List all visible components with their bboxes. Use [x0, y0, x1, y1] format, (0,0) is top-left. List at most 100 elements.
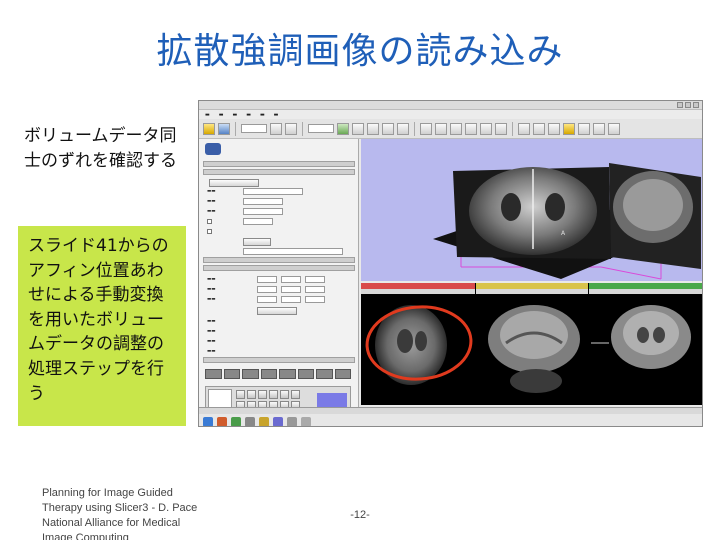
view-control-icon	[291, 390, 300, 399]
slide-title: 拡散強調画像の読み込み	[156, 31, 564, 72]
redo-icon	[495, 122, 507, 135]
info-field-1b	[281, 276, 301, 283]
window-titlebar	[199, 101, 702, 110]
section-header-slices	[203, 357, 355, 363]
page-number: -12-	[350, 509, 370, 521]
toolbar	[199, 119, 702, 139]
info-field-3c	[305, 296, 325, 303]
sagittal-brain-inner	[623, 179, 683, 231]
axial-ventricle	[415, 331, 427, 351]
module-panel: ▬▬ ▬▬ ▬▬ ▬▬ ▬▬ ▬▬ ▬▬ ▬▬ ▬▬ ▬▬	[199, 139, 359, 426]
sagittal-neck	[510, 369, 562, 393]
instruction-box: スライド41からのアフィン位置あわせによる手動変換を用いたボリュームデータの調整…	[18, 226, 186, 426]
info-field-1c	[305, 276, 325, 283]
thumb-icon	[242, 369, 259, 379]
view-control-icon	[258, 390, 267, 399]
slicer-screenshot: ▬ ▬ ▬ ▬ ▬ ▬ ▬▬ ▬▬ ▬▬ ▬▬ ▬▬ ▬▬ ▬▬ ▬▬ ▬▬ ▬…	[198, 100, 703, 427]
view-control-icon	[280, 390, 289, 399]
info-button	[257, 307, 297, 315]
field-label-b: ▬▬	[207, 209, 216, 214]
select-scene-field	[243, 248, 343, 255]
menu-placeholder-3: ▬	[232, 111, 238, 118]
info-field-3b	[281, 296, 301, 303]
apply-button	[243, 238, 271, 246]
window-level-icon	[563, 122, 575, 135]
info-field-3a	[257, 296, 277, 303]
menu-placeholder-6: ▬	[273, 111, 279, 118]
layout-3d-icon	[435, 122, 447, 135]
pick-mode-icon	[533, 122, 545, 135]
thumb-icon	[297, 369, 314, 379]
option-checkbox-2	[207, 229, 212, 234]
close-icon	[693, 102, 699, 108]
toolbar-separator	[302, 121, 303, 136]
module-back-icon	[270, 122, 282, 135]
note-check-volume-alignment: ボリュームデータ同士のずれを確認する	[24, 126, 177, 171]
minimize-icon	[677, 102, 683, 108]
axial-slice-image	[365, 305, 473, 385]
info-field-2b	[281, 286, 301, 293]
info-field-2a	[257, 286, 277, 293]
green-slice-controls	[589, 289, 702, 294]
menu-placeholder-5: ▬	[259, 111, 265, 118]
toolbar-separator	[512, 121, 513, 136]
instruction-text: スライド41からのアフィン位置あわせによる手動変換を用いたボリュームデータの調整…	[28, 236, 169, 404]
thumb-icon	[334, 369, 351, 379]
red-slice-controls	[361, 289, 475, 294]
info-label-5: ▬▬	[207, 329, 216, 334]
transform-icon	[578, 122, 590, 135]
section-header-info	[203, 265, 355, 271]
fiducials-module-icon	[382, 122, 394, 135]
screenshot-icon	[593, 122, 605, 135]
axial-slice-view	[361, 283, 475, 405]
save-icon	[218, 122, 230, 135]
ventricle-right	[545, 193, 565, 221]
toolbar-separator	[235, 121, 236, 136]
module-forward-icon	[285, 122, 297, 135]
menu-bar: ▬ ▬ ▬ ▬ ▬ ▬	[199, 110, 702, 119]
app-icon	[231, 416, 241, 426]
layout-conventional-icon	[450, 122, 462, 135]
thumb-icon	[279, 369, 296, 379]
layout-four-up-icon	[465, 122, 477, 135]
info-label-3: ▬▬	[207, 297, 216, 302]
view-control-icon	[236, 390, 245, 399]
section-header-display	[203, 257, 355, 263]
coronal-slice-image	[591, 305, 691, 369]
coronal-slice-view	[589, 283, 702, 405]
slicer-logo-icon	[205, 143, 221, 155]
module-select	[241, 124, 267, 133]
start-icon	[203, 416, 213, 426]
field-label-volume: ▬▬	[207, 189, 216, 194]
layout-icon	[420, 122, 432, 135]
field-c	[243, 218, 273, 225]
field-b	[243, 208, 283, 215]
coronal-brain-inner	[623, 311, 679, 355]
status-bar	[199, 407, 702, 426]
view-control-icon	[247, 390, 256, 399]
module-thumbnails	[205, 369, 351, 379]
info-field-1a	[257, 276, 277, 283]
section-header-load	[203, 169, 355, 175]
thumb-icon	[223, 369, 240, 379]
info-label-2: ▬▬	[207, 287, 216, 292]
info-label-1: ▬▬	[207, 277, 216, 282]
thumb-icon	[205, 369, 222, 379]
view-control-icon	[269, 390, 278, 399]
volume-name-field	[243, 188, 303, 195]
option-checkbox-1	[207, 219, 212, 224]
info-label-7: ▬▬	[207, 349, 216, 354]
3d-scene: A	[433, 163, 701, 280]
field-a	[243, 198, 283, 205]
volume-rendering-view: A	[361, 139, 702, 281]
axial-ventricle	[397, 329, 413, 353]
info-field-2c	[305, 286, 325, 293]
select-volume-button	[209, 179, 259, 187]
data-module-icon	[337, 122, 349, 135]
models-module-icon	[367, 122, 379, 135]
footer-credit: Planning for Image Guided Therapy using …	[42, 487, 198, 540]
menu-placeholder-1: ▬	[205, 111, 210, 118]
maximize-icon	[685, 102, 691, 108]
yellow-slice-controls	[476, 289, 588, 294]
menu-placeholder-4: ▬	[246, 111, 251, 118]
